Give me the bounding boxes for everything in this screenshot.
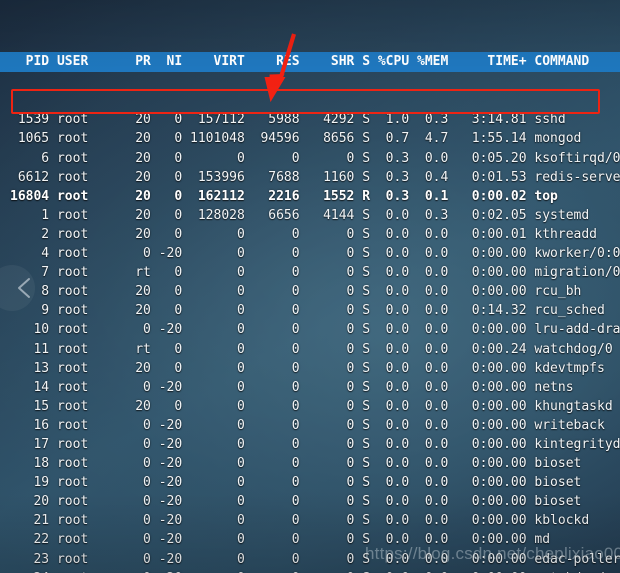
table-row: 6 root 20 0 0 0 0 S 0.3 0.0 0:05.20 ksof… bbox=[10, 150, 620, 166]
table-row: 16 root 0 -20 0 0 0 S 0.0 0.0 0:00.00 wr… bbox=[10, 417, 605, 433]
table-row: 4 root 0 -20 0 0 0 S 0.0 0.0 0:00.00 kwo… bbox=[10, 246, 620, 262]
table-row: 24 root 0 -20 0 0 0 S 0.0 0.0 0:00.00 wa… bbox=[0, 569, 620, 573]
table-row: 18 root 0 -20 0 0 0 S 0.0 0.0 0:00.00 bi… bbox=[10, 456, 582, 472]
table-row: 19 root 0 -20 0 0 0 S 0.0 0.0 0:00.00 bi… bbox=[10, 475, 582, 491]
table-header-row: PID USER PR NI VIRT RES SHR S %CPU %MEM … bbox=[0, 52, 620, 73]
table-row: 23 root 0 -20 0 0 0 S 0.0 0.0 0:00.00 ed… bbox=[10, 551, 620, 567]
table-row: 10 root 0 -20 0 0 0 S 0.0 0.0 0:00.00 lr… bbox=[10, 322, 620, 338]
top-process-table: PID USER PR NI VIRT RES SHR S %CPU %MEM … bbox=[0, 0, 620, 573]
table-row: 22 root 0 -20 0 0 0 S 0.0 0.0 0:00.00 md bbox=[10, 532, 551, 548]
table-body: 1539 root 20 0 157112 5988 4292 S 1.0 0.… bbox=[0, 110, 620, 573]
table-row: 14 root 0 -20 0 0 0 S 0.0 0.0 0:00.00 ne… bbox=[10, 379, 574, 395]
table-row: 16804 root 20 0 162112 2216 1552 R 0.3 0… bbox=[10, 188, 558, 204]
table-row: 17 root 0 -20 0 0 0 S 0.0 0.0 0:00.00 ki… bbox=[10, 436, 620, 452]
table-row: 1539 root 20 0 157112 5988 4292 S 1.0 0.… bbox=[10, 112, 566, 128]
table-row: 13 root 20 0 0 0 0 S 0.0 0.0 0:00.00 kde… bbox=[10, 360, 605, 376]
chevron-left-icon bbox=[18, 278, 30, 298]
table-row: 2 root 20 0 0 0 0 S 0.0 0.0 0:00.01 kthr… bbox=[10, 226, 597, 242]
terminal-screenshot: PID USER PR NI VIRT RES SHR S %CPU %MEM … bbox=[0, 0, 620, 573]
table-row: 9 root 20 0 0 0 0 S 0.0 0.0 0:14.32 rcu_… bbox=[10, 303, 605, 319]
table-row: 7 root rt 0 0 0 0 S 0.0 0.0 0:00.00 migr… bbox=[10, 265, 620, 281]
table-row: 1065 root 20 0 1101048 94596 8656 S 0.7 … bbox=[10, 131, 582, 147]
table-row: 20 root 0 -20 0 0 0 S 0.0 0.0 0:00.00 bi… bbox=[10, 494, 582, 510]
table-row: 21 root 0 -20 0 0 0 S 0.0 0.0 0:00.00 kb… bbox=[10, 513, 590, 529]
table-row: 11 root rt 0 0 0 0 S 0.0 0.0 0:00.24 wat… bbox=[10, 341, 613, 357]
table-row: 6612 root 20 0 153996 7688 1160 S 0.3 0.… bbox=[10, 169, 620, 185]
table-row: 8 root 20 0 0 0 0 S 0.0 0.0 0:00.00 rcu_… bbox=[10, 284, 582, 300]
table-row: 1 root 20 0 128028 6656 4144 S 0.0 0.3 0… bbox=[10, 207, 590, 223]
table-row: 15 root 20 0 0 0 0 S 0.0 0.0 0:00.00 khu… bbox=[10, 398, 613, 414]
